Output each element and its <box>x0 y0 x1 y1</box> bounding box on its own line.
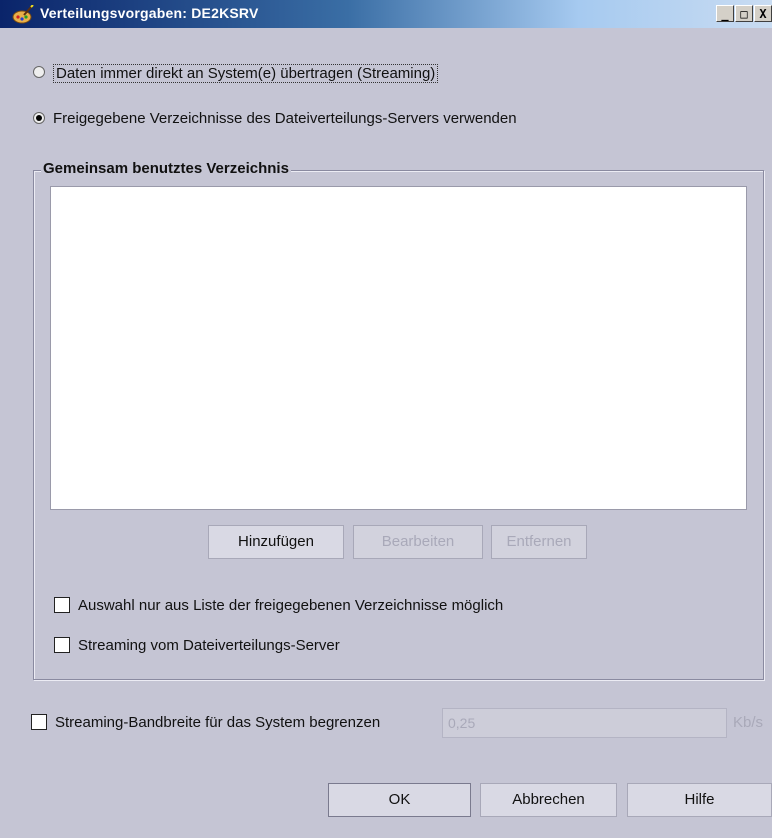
radio-shared-dirs-label[interactable]: Freigegebene Verzeichnisse des Dateivert… <box>53 110 517 127</box>
minimize-button[interactable]: _ <box>716 5 734 22</box>
bandwidth-input[interactable]: 0,25 <box>442 708 727 738</box>
maximize-button[interactable]: □ <box>735 5 753 22</box>
bandwidth-unit: Kb/s <box>733 714 764 731</box>
stream-from-server-label[interactable]: Streaming vom Dateiverteilungs-Server <box>78 637 340 654</box>
list-only-label[interactable]: Auswahl nur aus Liste der freigegebenen … <box>78 597 503 614</box>
remove-button[interactable]: Entfernen <box>491 525 587 559</box>
palette-brush-icon <box>12 5 34 24</box>
radio-streaming-indicator[interactable] <box>33 66 45 78</box>
radio-streaming-label[interactable]: Daten immer direkt an System(e) übertrag… <box>53 64 439 83</box>
help-button[interactable]: Hilfe <box>627 783 772 817</box>
stream-from-server-checkbox[interactable] <box>54 637 70 653</box>
radio-shared-dirs-indicator[interactable] <box>33 112 45 124</box>
shared-directory-list[interactable] <box>50 186 747 510</box>
group-title: Gemeinsam benutztes Verzeichnis <box>41 160 291 177</box>
edit-button[interactable]: Bearbeiten <box>353 525 483 559</box>
bandwidth-limit-checkbox[interactable] <box>31 714 47 730</box>
add-button[interactable]: Hinzufügen <box>208 525 344 559</box>
title-bar[interactable]: Verteilungsvorgaben: DE2KSRV _ □ X <box>0 0 772 28</box>
close-button[interactable]: X <box>754 5 772 22</box>
ok-button[interactable]: OK <box>328 783 471 817</box>
bandwidth-limit-label[interactable]: Streaming-Bandbreite für das System begr… <box>55 714 380 731</box>
list-only-checkbox[interactable] <box>54 597 70 613</box>
window-title: Verteilungsvorgaben: DE2KSRV <box>40 5 259 21</box>
cancel-button[interactable]: Abbrechen <box>480 783 617 817</box>
